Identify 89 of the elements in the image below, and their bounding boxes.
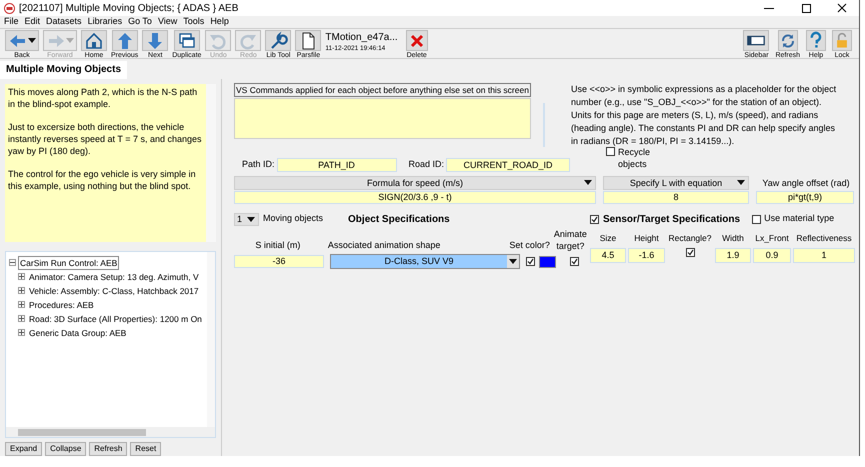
caret-icon [247,216,255,222]
maximize-icon[interactable] [802,4,811,12]
input-field[interactable]: 8 [603,191,749,204]
lateral-mode-dropdown[interactable]: Specify L with equation [603,176,749,190]
field-label: Yaw angle offset (rad) [761,177,851,190]
caret-icon [584,180,592,185]
close-icon [410,34,424,48]
tree-button[interactable]: Refresh [89,442,128,456]
menu-item[interactable]: Go To [128,16,152,27]
tree-button[interactable]: Reset [130,442,162,456]
scrollbar[interactable] [6,427,215,437]
checkbox[interactable] [686,248,694,257]
shape-dropdown[interactable]: D-Class, SUV V9 [330,254,520,269]
input-field[interactable]: SIGN(20/3.6 ,9 - t) [234,191,596,204]
checkbox[interactable] [590,214,599,224]
field-label: Height [634,232,659,244]
note-paragraph: The control for the ego vehicle is very simple in this example, using nothing but the blind spot. [8,168,197,192]
checkbox-label: Use material type [764,212,834,226]
field-label: Associated animation shape [328,238,442,252]
menu-item[interactable]: View [158,16,178,27]
input-field[interactable]: 0.9 [753,248,791,263]
field-label: Road ID: [408,158,444,172]
expander-icon[interactable] [18,315,25,322]
input-field[interactable]: 1.9 [715,248,751,263]
input-field[interactable]: pi*gt(t,9) [756,191,854,204]
vs-commands-label: VS Commands applied for each object before anything else set on this screen [234,83,531,97]
checkbox-label: Recycle objects [618,146,652,170]
section-title: Sensor/Target Specifications [603,212,740,226]
input-field[interactable]: PATH_ID [276,158,397,172]
expander-icon[interactable] [18,287,25,294]
dataset-name: TMotion_e47a... [325,31,398,44]
tree-item[interactable]: CarSim Run Control: AEB [18,256,120,270]
checkbox[interactable] [570,257,579,266]
app-icon [4,2,15,14]
count-dropdown[interactable]: 1 [234,212,259,226]
checkbox[interactable] [752,214,762,224]
tree-item[interactable]: Road: 3D Surface (All Properties): 1200 m On [27,312,204,326]
field-label: S initial (m) [254,238,302,252]
windows-icon [176,30,197,50]
field-label: Moving objects [263,212,324,226]
checkbox[interactable] [606,147,616,156]
field-label: Reflectiveness [796,232,852,244]
scrollbar[interactable] [206,84,216,242]
menu-item[interactable]: File [4,16,19,27]
expander-icon[interactable] [18,273,25,280]
tree-item[interactable]: Procedures: AEB [27,298,96,312]
field-label: Path ID: [242,158,275,172]
tree-button[interactable]: Expand [5,442,42,456]
vs-commands-field[interactable] [234,98,531,139]
tree-item[interactable]: Vehicle: Assembly: C-Class, Hatchback 2017 [27,284,201,298]
note-paragraph: Just to excersize both directions, the vehicle instantly reverses speed at T = 7 s, and changes yaw by PI (180 deg). [8,121,203,157]
note-paragraph: This moves along Path 2, which is the N-S path in the blind-spot example. [8,86,198,110]
field-label: Width [722,232,744,244]
input-field[interactable]: -36 [234,255,324,268]
tree-item[interactable]: Animator: Camera Setup: 13 deg. Azimuth, V [27,270,201,284]
menu-item[interactable]: Datasets [46,16,82,27]
caret-icon [66,38,74,43]
close-icon[interactable] [837,3,847,13]
window-title: [2021107] Multiple Moving Objects; { ADAS } AEB [19,2,238,16]
input-field[interactable]: 1 [793,248,855,263]
tree-button[interactable]: Collapse [45,442,86,456]
notes-panel[interactable] [5,84,216,242]
color-swatch[interactable] [539,256,556,268]
section-title: Object Specifications [348,212,450,226]
caret-icon [28,38,36,43]
home-icon [84,30,104,50]
input-field[interactable]: CURRENT_ROAD_ID [446,158,570,172]
input-field[interactable]: 4.5 [590,248,626,263]
menu-item[interactable]: Help [210,16,229,27]
field-label: Set color? [509,238,550,252]
scrollbar[interactable] [207,252,215,427]
expander-icon[interactable] [18,301,25,308]
expander-icon[interactable] [18,329,25,336]
tree-item[interactable]: Generic Data Group: AEB [27,326,128,340]
menu-item[interactable]: Libraries [88,16,122,27]
checkbox[interactable] [526,257,535,266]
caret-icon [737,180,745,185]
input-field[interactable]: -1.6 [628,248,665,263]
field-label: Animate target? [552,228,588,252]
field-label: Size [600,232,616,244]
menu-item[interactable]: Tools [183,16,204,27]
page-tab[interactable]: Multiple Moving Objects [0,61,128,79]
expander-icon[interactable] [9,259,16,266]
menu-item[interactable]: Edit [24,16,40,27]
field-label: Rectangle? [668,232,712,244]
info-text: Use <<o>> in symbolic expressions as a placeholder for the object number (e.g., use "S_OBJ_<<o>>" for the station of an object). Units for this page are meters (S, L), m/s (speed), and radians (heading angle). The constants PI and DR can help specify angles in radians (DR = 180/PI, PI = 3.14159...). [571,83,838,148]
caret-icon [509,259,517,264]
field-label: Lx_Front [755,232,789,244]
speed-mode-dropdown[interactable]: Formula for speed (m/s) [234,176,596,190]
